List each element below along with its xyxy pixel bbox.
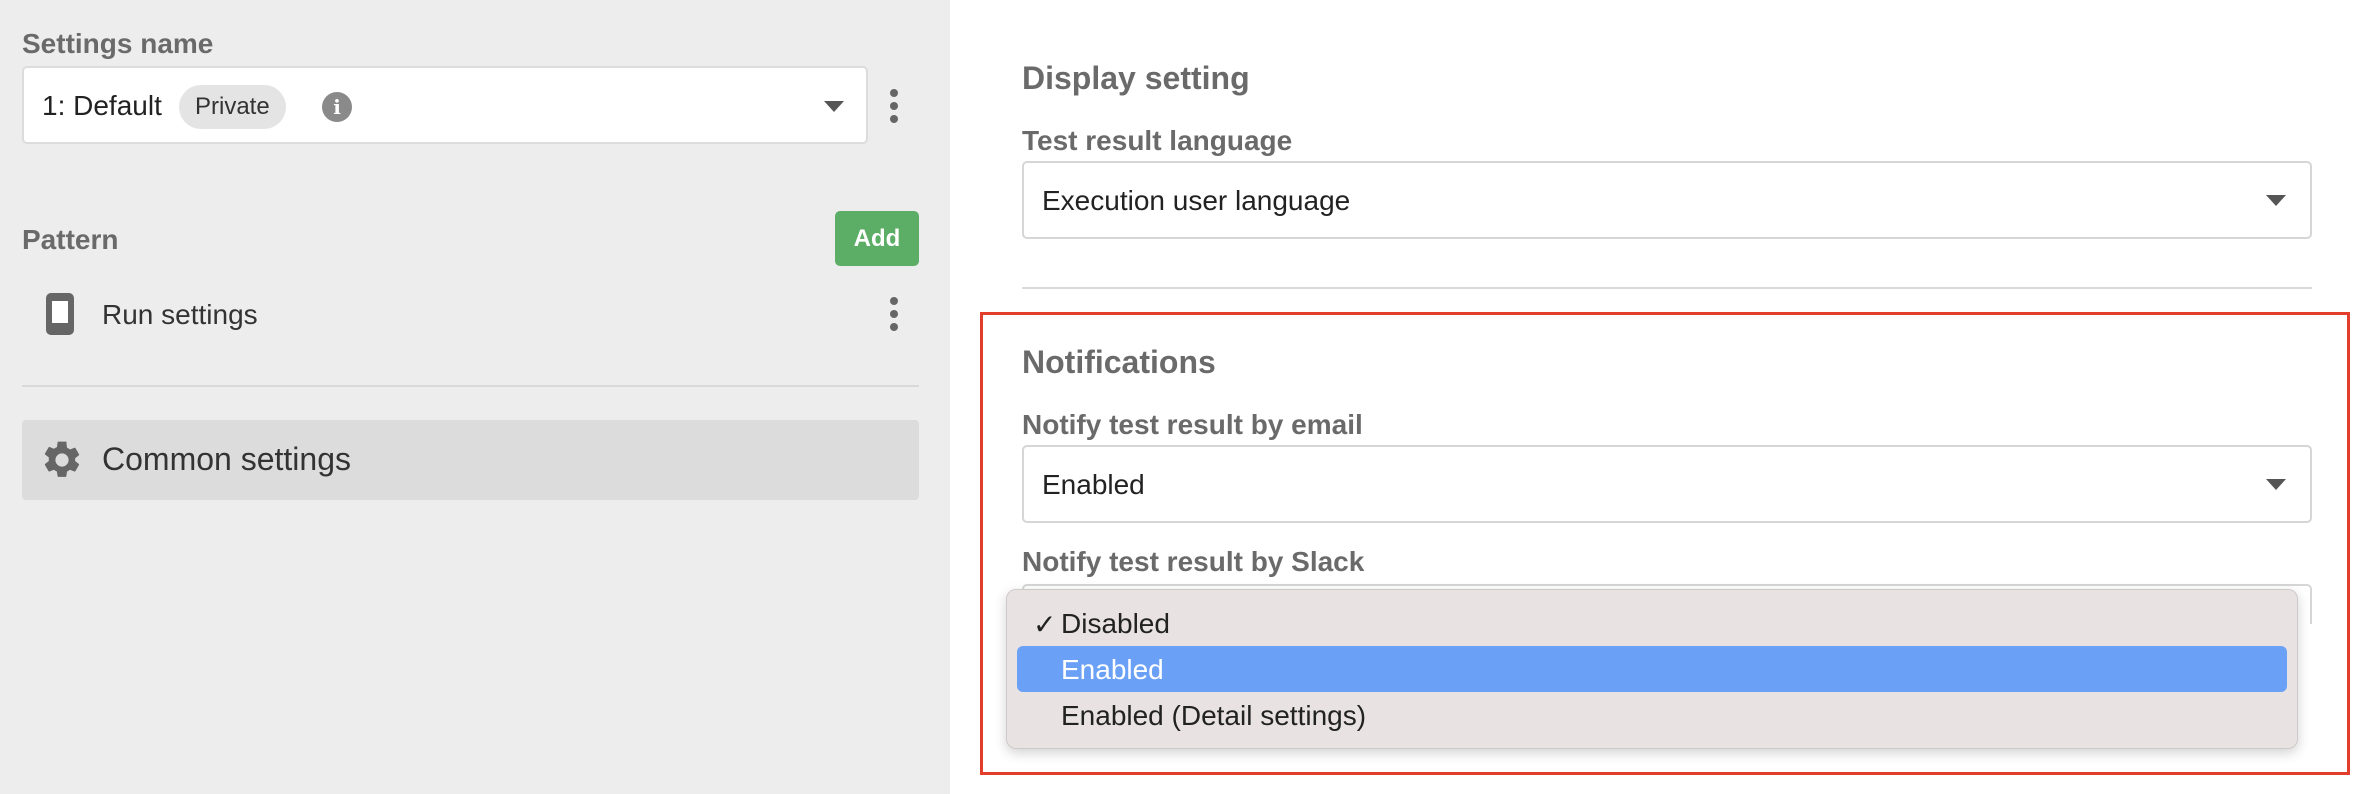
left-divider <box>22 385 919 387</box>
private-badge: Private <box>179 85 286 129</box>
dropdown-option-disabled[interactable]: ✓ Disabled <box>1017 600 2287 646</box>
pattern-label: Pattern <box>22 224 119 255</box>
slack-notify-label: Notify test result by Slack <box>1022 546 1365 577</box>
common-settings-item[interactable]: Common settings <box>22 420 919 500</box>
mobile-phone-icon <box>46 293 74 335</box>
settings-name-select[interactable]: 1: Default Private i <box>22 66 868 144</box>
pattern-item-label: Run settings <box>102 299 258 330</box>
notifications-title: Notifications <box>1022 344 1216 380</box>
option-label: Enabled (Detail settings) <box>1061 700 1367 731</box>
gear-icon <box>44 441 80 477</box>
section-divider <box>1022 287 2312 289</box>
option-label: Enabled <box>1061 654 1164 685</box>
language-select-value: Execution user language <box>1042 185 1351 216</box>
email-notify-select[interactable]: Enabled <box>1022 445 2312 523</box>
common-settings-label: Common settings <box>102 441 351 477</box>
email-notify-value: Enabled <box>1042 469 1145 500</box>
left-panel: Settings name 1: Default Private i Patte… <box>0 0 950 794</box>
add-pattern-button[interactable]: Add <box>835 211 919 266</box>
chevron-down-icon <box>824 101 844 112</box>
option-label: Disabled <box>1061 608 1170 639</box>
info-icon[interactable]: i <box>322 92 352 122</box>
pattern-item-more-icon[interactable] <box>889 297 899 336</box>
dropdown-option-enabled[interactable]: Enabled <box>1017 646 2287 692</box>
settings-more-menu-icon[interactable] <box>889 89 899 128</box>
settings-name-label: Settings name <box>22 28 214 59</box>
email-notify-label: Notify test result by email <box>1022 409 1363 440</box>
settings-name-value: 1: Default <box>42 90 162 121</box>
display-setting-title: Display setting <box>1022 60 1250 96</box>
language-select[interactable]: Execution user language <box>1022 161 2312 239</box>
chevron-down-icon <box>2266 479 2286 490</box>
chevron-down-icon <box>2266 195 2286 206</box>
checkmark-icon: ✓ <box>1033 609 1057 640</box>
slack-dropdown-menu: ✓ Disabled Enabled Enabled (Detail setti… <box>1006 589 2298 749</box>
dropdown-option-enabled-detail[interactable]: Enabled (Detail settings) <box>1017 692 2287 738</box>
language-label: Test result language <box>1022 125 1293 156</box>
